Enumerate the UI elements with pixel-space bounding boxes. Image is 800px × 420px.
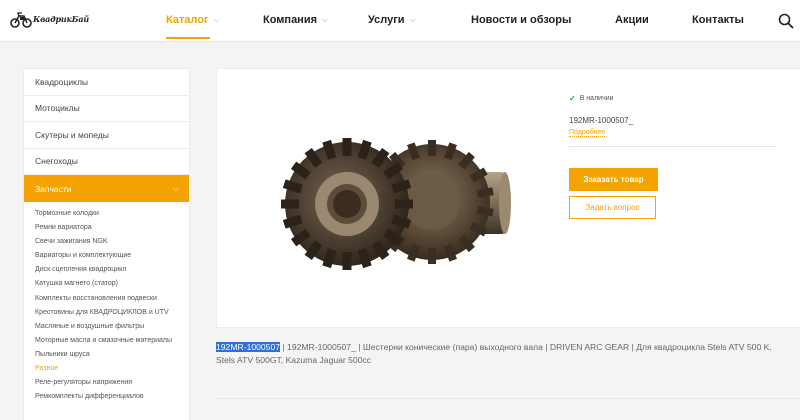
sidebar-item-label: Квадроциклы	[35, 76, 89, 87]
selected-text: 192MR-1000507	[216, 342, 281, 352]
nav-catalog-label: Каталог	[166, 14, 209, 26]
divider	[216, 398, 800, 399]
chevron-down-icon: ⌵	[172, 183, 179, 193]
order-button[interactable]: Заказать товар	[569, 168, 658, 191]
subcategory-item[interactable]: Тормозные колодки	[24, 209, 189, 218]
nav-catalog[interactable]: Каталог ⌵	[166, 14, 220, 26]
subcategory-item[interactable]: Масляные и воздушные фильтры	[24, 322, 189, 331]
subcategory-item-active[interactable]: Разное	[24, 364, 189, 373]
nav-promotions-label: Акции	[615, 14, 649, 26]
divider	[569, 146, 777, 147]
nav-services-label: Услуги	[368, 14, 405, 26]
sidebar-item-motorcycles[interactable]: Мотоциклы	[24, 96, 189, 122]
search-icon[interactable]	[778, 13, 794, 29]
active-nav-underline	[166, 37, 210, 39]
chevron-down-icon: ⌵	[409, 15, 416, 24]
subcategory-item[interactable]: Катушка магнето (статор)	[24, 279, 189, 288]
nav-news[interactable]: Новости и обзоры	[471, 14, 571, 26]
nav-contacts[interactable]: Контакты	[692, 14, 744, 26]
subcategory-item[interactable]: Комплекты восстановления подвески	[24, 294, 189, 303]
sidebar-item-snowmobiles[interactable]: Снегоходы	[24, 149, 189, 175]
sidebar-item-scooters[interactable]: Скутеры и мопеды	[24, 122, 189, 149]
subcategory-item[interactable]: Ремкомплекты дифференциалов	[24, 392, 189, 401]
sidebar-item-label: Мотоциклы	[35, 103, 80, 114]
atv-logo-icon	[10, 12, 32, 28]
nav-company[interactable]: Компания ⌵	[263, 14, 328, 26]
nav-news-label: Новости и обзоры	[471, 14, 572, 26]
subcategory-item[interactable]: Реле-регуляторы напряжения	[24, 378, 189, 387]
parts-subcategory-list: Тормозные колодки Ремни вариатора Свечи …	[24, 202, 189, 401]
subcategory-item[interactable]: Крестовины для КВАДРОЦИКЛОВ и UTV	[24, 308, 189, 317]
chevron-down-icon: ⌵	[322, 15, 329, 24]
bevel-gear-pair-image	[257, 112, 523, 287]
product-sku: 192MR-1000507_	[569, 116, 634, 125]
logo[interactable]: КвадрикБай	[10, 8, 89, 30]
details-link[interactable]: Подробнее	[569, 129, 606, 137]
sidebar-item-label: Снегоходы	[35, 156, 78, 167]
check-icon: ✓	[569, 94, 576, 103]
subcategory-item[interactable]: Диск сцепления квадроцикл	[24, 265, 189, 274]
sidebar-item-label: Запчасти	[35, 183, 72, 194]
product-photo[interactable]	[257, 112, 523, 287]
sidebar-item-parts[interactable]: Запчасти ⌵	[24, 175, 189, 202]
subcategory-item[interactable]: Свечи зажигания NGK	[24, 237, 189, 246]
logo-text: КвадрикБай	[33, 14, 89, 24]
nav-services[interactable]: Услуги ⌵	[368, 14, 416, 26]
subcategory-item[interactable]: Моторные масла и смазочные материалы	[24, 336, 189, 345]
nav-company-label: Компания	[263, 14, 318, 26]
stock-status-label: В наличии	[579, 95, 614, 102]
chevron-down-icon: ⌵	[213, 15, 220, 24]
catalog-sidebar: Квадроциклы Мотоциклы Скутеры и мопеды С…	[23, 68, 190, 420]
subcategory-item[interactable]: Вариаторы и комплектующие	[24, 251, 189, 260]
nav-contacts-label: Контакты	[692, 14, 744, 26]
product-description: 192MR-1000507 | 192MR-1000507_ | Шестерн…	[216, 341, 776, 367]
description-text: | 192MR-1000507_ | Шестерни конические (…	[216, 342, 772, 365]
sidebar-item-label: Скутеры и мопеды	[35, 129, 109, 140]
product-card: ✓ В наличии 192MR-1000507_ Подробнее Зак…	[216, 68, 800, 328]
site-header: КвадрикБай Каталог ⌵ Компания ⌵ Услуги ⌵…	[0, 0, 800, 42]
subcategory-item[interactable]: Ремни вариатора	[24, 223, 189, 232]
nav-promotions[interactable]: Акции	[615, 14, 649, 26]
ask-question-button[interactable]: Задать вопрос	[569, 196, 656, 219]
subcategory-item[interactable]: Пыльники шруса	[24, 350, 189, 359]
stock-status: ✓ В наличии	[569, 94, 614, 103]
sidebar-item-atvs[interactable]: Квадроциклы	[24, 69, 189, 96]
